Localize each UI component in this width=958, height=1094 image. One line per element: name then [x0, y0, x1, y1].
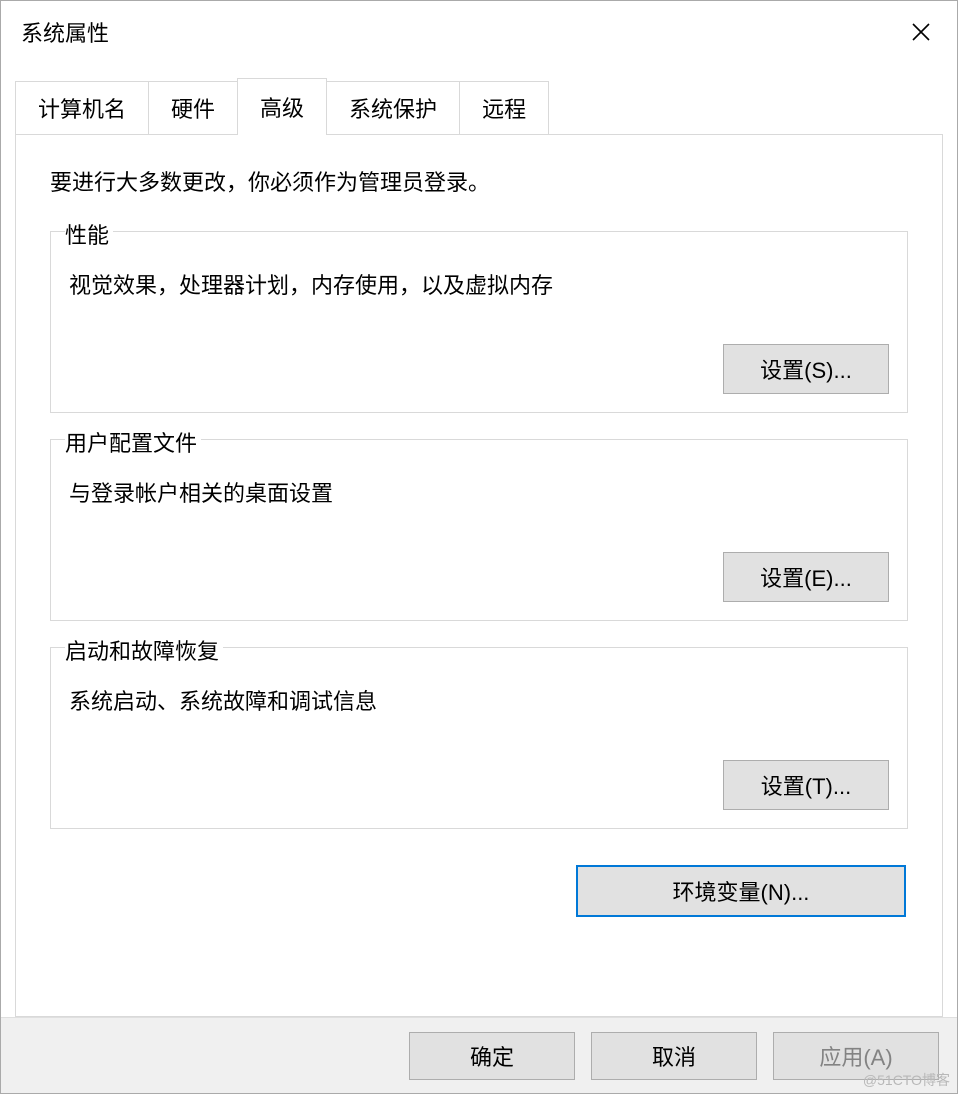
ok-button[interactable]: 确定	[409, 1032, 575, 1080]
group-startup-recovery-desc: 系统启动、系统故障和调试信息	[69, 684, 889, 716]
cancel-button[interactable]: 取消	[591, 1032, 757, 1080]
tabstrip: 计算机名 硬件 高级 系统保护 远程	[15, 77, 943, 134]
system-properties-window: 系统属性 计算机名 硬件 高级 系统保护 远程 要进行大多数更改，你必须作为管理…	[0, 0, 958, 1094]
startup-recovery-settings-button[interactable]: 设置(T)...	[723, 760, 889, 810]
close-icon	[911, 22, 931, 42]
window-title: 系统属性	[21, 16, 885, 48]
admin-note: 要进行大多数更改，你必须作为管理员登录。	[50, 165, 908, 197]
group-user-profiles-title: 用户配置文件	[65, 426, 201, 458]
titlebar: 系统属性	[1, 1, 957, 63]
performance-settings-button[interactable]: 设置(S)...	[723, 344, 889, 394]
group-performance-desc: 视觉效果，处理器计划，内存使用，以及虚拟内存	[69, 268, 889, 300]
group-performance-button-row: 设置(S)...	[69, 344, 889, 394]
tabpanel-advanced: 要进行大多数更改，你必须作为管理员登录。 性能 视觉效果，处理器计划，内存使用，…	[15, 134, 943, 1017]
content-area: 计算机名 硬件 高级 系统保护 远程 要进行大多数更改，你必须作为管理员登录。 …	[1, 63, 957, 1017]
tab-hardware[interactable]: 硬件	[148, 81, 238, 134]
group-startup-recovery: 启动和故障恢复 系统启动、系统故障和调试信息 设置(T)...	[50, 647, 908, 829]
environment-variables-button[interactable]: 环境变量(N)...	[576, 865, 906, 917]
tab-advanced[interactable]: 高级	[237, 78, 327, 135]
env-button-row: 环境变量(N)...	[50, 865, 908, 917]
tab-system-protection[interactable]: 系统保护	[326, 81, 460, 134]
group-performance-title: 性能	[65, 218, 113, 250]
group-startup-recovery-title: 启动和故障恢复	[65, 634, 223, 666]
group-user-profiles-desc: 与登录帐户相关的桌面设置	[69, 476, 889, 508]
tab-computer-name[interactable]: 计算机名	[15, 81, 149, 134]
group-user-profiles: 用户配置文件 与登录帐户相关的桌面设置 设置(E)...	[50, 439, 908, 621]
group-performance: 性能 视觉效果，处理器计划，内存使用，以及虚拟内存 设置(S)...	[50, 231, 908, 413]
tab-remote[interactable]: 远程	[459, 81, 549, 134]
bottom-bar: 确定 取消 应用(A)	[1, 1017, 957, 1093]
user-profiles-settings-button[interactable]: 设置(E)...	[723, 552, 889, 602]
apply-button[interactable]: 应用(A)	[773, 1032, 939, 1080]
group-user-profiles-button-row: 设置(E)...	[69, 552, 889, 602]
group-startup-recovery-button-row: 设置(T)...	[69, 760, 889, 810]
close-button[interactable]	[885, 1, 957, 63]
